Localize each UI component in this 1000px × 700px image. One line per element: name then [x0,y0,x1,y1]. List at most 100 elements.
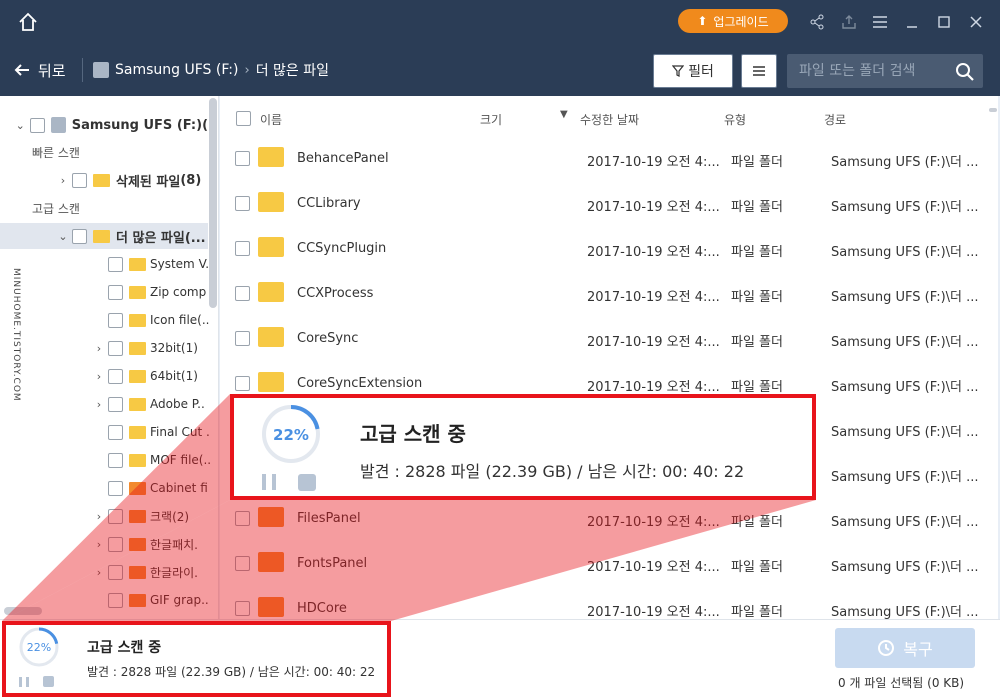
chevron-right-icon[interactable]: › [92,398,106,411]
arrow-left-icon [14,64,29,76]
row-checkbox[interactable] [235,151,250,166]
row-date: 2017-10-19 오전 4:... [587,380,720,395]
search-input[interactable] [787,54,947,88]
checkbox[interactable] [108,256,123,272]
checkbox[interactable] [108,340,123,356]
row-checkbox[interactable] [235,511,250,526]
recover-button[interactable]: 복구 [835,628,975,668]
row-type: 파일 폴더 [731,290,783,305]
table-row[interactable]: CCXProcess 2017-10-19 오전 4:... 파일 폴더 Samsun… [220,271,998,316]
tree-item[interactable]: › 크랙(2) [92,503,218,529]
filter-button[interactable]: 필터 [653,54,733,88]
list-scrollbar[interactable] [989,108,997,112]
tree-item[interactable]: System V. [92,251,218,277]
tree-item[interactable]: GIF grap.. [92,587,218,613]
upgrade-button[interactable]: ⬆ 업그레이드 [678,9,788,33]
filter-label: 필터 [688,64,714,80]
close-icon[interactable] [965,11,987,33]
header-size[interactable]: 크기 [480,111,502,128]
progress-ring-large: 22% [262,405,320,463]
header-path[interactable]: 경로 [824,111,846,128]
tree-item[interactable]: › 한글라이. [92,559,218,585]
tree-item[interactable]: Cabinet fi [92,475,218,501]
maximize-icon[interactable] [933,11,955,33]
table-row[interactable]: CoreSync 2017-10-19 오전 4:... 파일 폴더 Samsung … [220,316,998,361]
tree-item[interactable]: Zip comp [92,279,218,305]
chevron-right-icon[interactable]: › [56,174,70,187]
tree-item[interactable]: Icon file(.. [92,307,218,333]
header-modified[interactable]: 수정한 날짜 [580,111,639,128]
select-all-checkbox[interactable] [236,111,251,126]
header-type[interactable]: 유형 [724,111,746,128]
tree-deleted-files[interactable]: › 삭제된 파일 (8) [56,167,218,193]
sidebar-scrollbar[interactable] [209,98,217,308]
checkbox[interactable] [30,117,46,133]
sidebar-h-scrollbar[interactable] [4,607,42,615]
breadcrumb-drive[interactable]: Samsung UFS (F:) [115,62,238,78]
checkbox[interactable] [108,396,123,412]
tree-item-label: 한글패치. [150,537,198,552]
chevron-right-icon[interactable]: › [92,370,106,383]
folder-icon [258,597,284,617]
tree-more-files[interactable]: ⌄ 더 많은 파일(... [0,223,208,249]
tree-item[interactable]: › Adobe P.. [92,391,218,417]
chevron-right-icon[interactable]: › [92,342,106,355]
tree-item[interactable]: Final Cut . [92,419,218,445]
chevron-right-icon[interactable]: › [92,566,106,579]
table-row[interactable]: FilesPanel 2017-10-19 오전 4:... 파일 폴더 Samsun… [220,496,998,541]
checkbox[interactable] [108,564,123,580]
row-type: 파일 폴더 [731,155,783,170]
folder-icon [129,537,146,551]
checkbox[interactable] [72,172,87,188]
checkbox[interactable] [108,508,123,524]
table-row[interactable]: FontsPanel 2017-10-19 오전 4:... 파일 폴더 Samsun… [220,541,998,586]
tree-item-label: 크랙(2) [150,509,190,524]
folder-icon [258,192,284,212]
restore-icon [878,640,895,656]
stop-button-large[interactable] [298,474,316,491]
table-row[interactable]: BehancePanel 2017-10-19 오전 4:... 파일 폴더 Sams… [220,136,998,181]
row-checkbox[interactable] [235,376,250,391]
checkbox[interactable] [108,368,123,384]
search-icon[interactable] [955,62,975,82]
checkbox[interactable] [108,480,123,496]
tree-item[interactable]: › 64bit(1) [92,363,218,389]
checkbox[interactable] [108,592,123,608]
home-button[interactable] [14,9,42,35]
header-name[interactable]: 이름 [260,111,282,128]
sort-down-icon[interactable]: ▼ [560,109,568,120]
folder-icon [258,327,284,347]
progress-percent-large: 22% [273,426,309,444]
chevron-right-icon[interactable]: › [92,510,106,523]
row-checkbox[interactable] [235,196,250,211]
checkbox[interactable] [108,284,123,300]
chevron-right-icon[interactable]: › [92,538,106,551]
checkbox[interactable] [108,452,123,468]
checkbox[interactable] [108,536,123,552]
row-checkbox[interactable] [235,331,250,346]
checkbox[interactable] [108,424,123,440]
tree-item[interactable]: MOF file(.. [92,447,218,473]
pause-button-large[interactable] [262,474,276,490]
breadcrumb-current[interactable]: 더 많은 파일 [256,60,329,80]
view-menu-button[interactable] [741,54,777,88]
row-checkbox[interactable] [235,556,250,571]
tree-item[interactable]: › 한글패치. [92,531,218,557]
row-checkbox[interactable] [235,241,250,256]
checkbox[interactable] [108,312,123,328]
row-checkbox[interactable] [235,601,250,616]
share-icon[interactable] [806,11,828,33]
checkbox[interactable] [72,228,87,244]
menu-icon[interactable] [869,11,891,33]
row-checkbox[interactable] [235,286,250,301]
back-button[interactable]: 뒤로 [14,58,66,82]
table-row[interactable]: CCLibrary 2017-10-19 오전 4:... 파일 폴더 Samsung… [220,181,998,226]
table-row[interactable]: HDCore 2017-10-19 오전 4:... 파일 폴더 Samsung UF… [220,586,998,619]
chevron-down-icon[interactable]: ⌄ [14,119,26,132]
chevron-down-icon[interactable]: ⌄ [56,230,70,243]
table-row[interactable]: CCSyncPlugin 2017-10-19 오전 4:... 파일 폴더 Sams… [220,226,998,271]
minimize-icon[interactable] [901,11,923,33]
export-icon[interactable] [838,11,860,33]
tree-item[interactable]: › 32bit(1) [92,335,218,361]
tree-root-drive[interactable]: ⌄ Samsung UFS (F:)(2. [14,112,218,138]
